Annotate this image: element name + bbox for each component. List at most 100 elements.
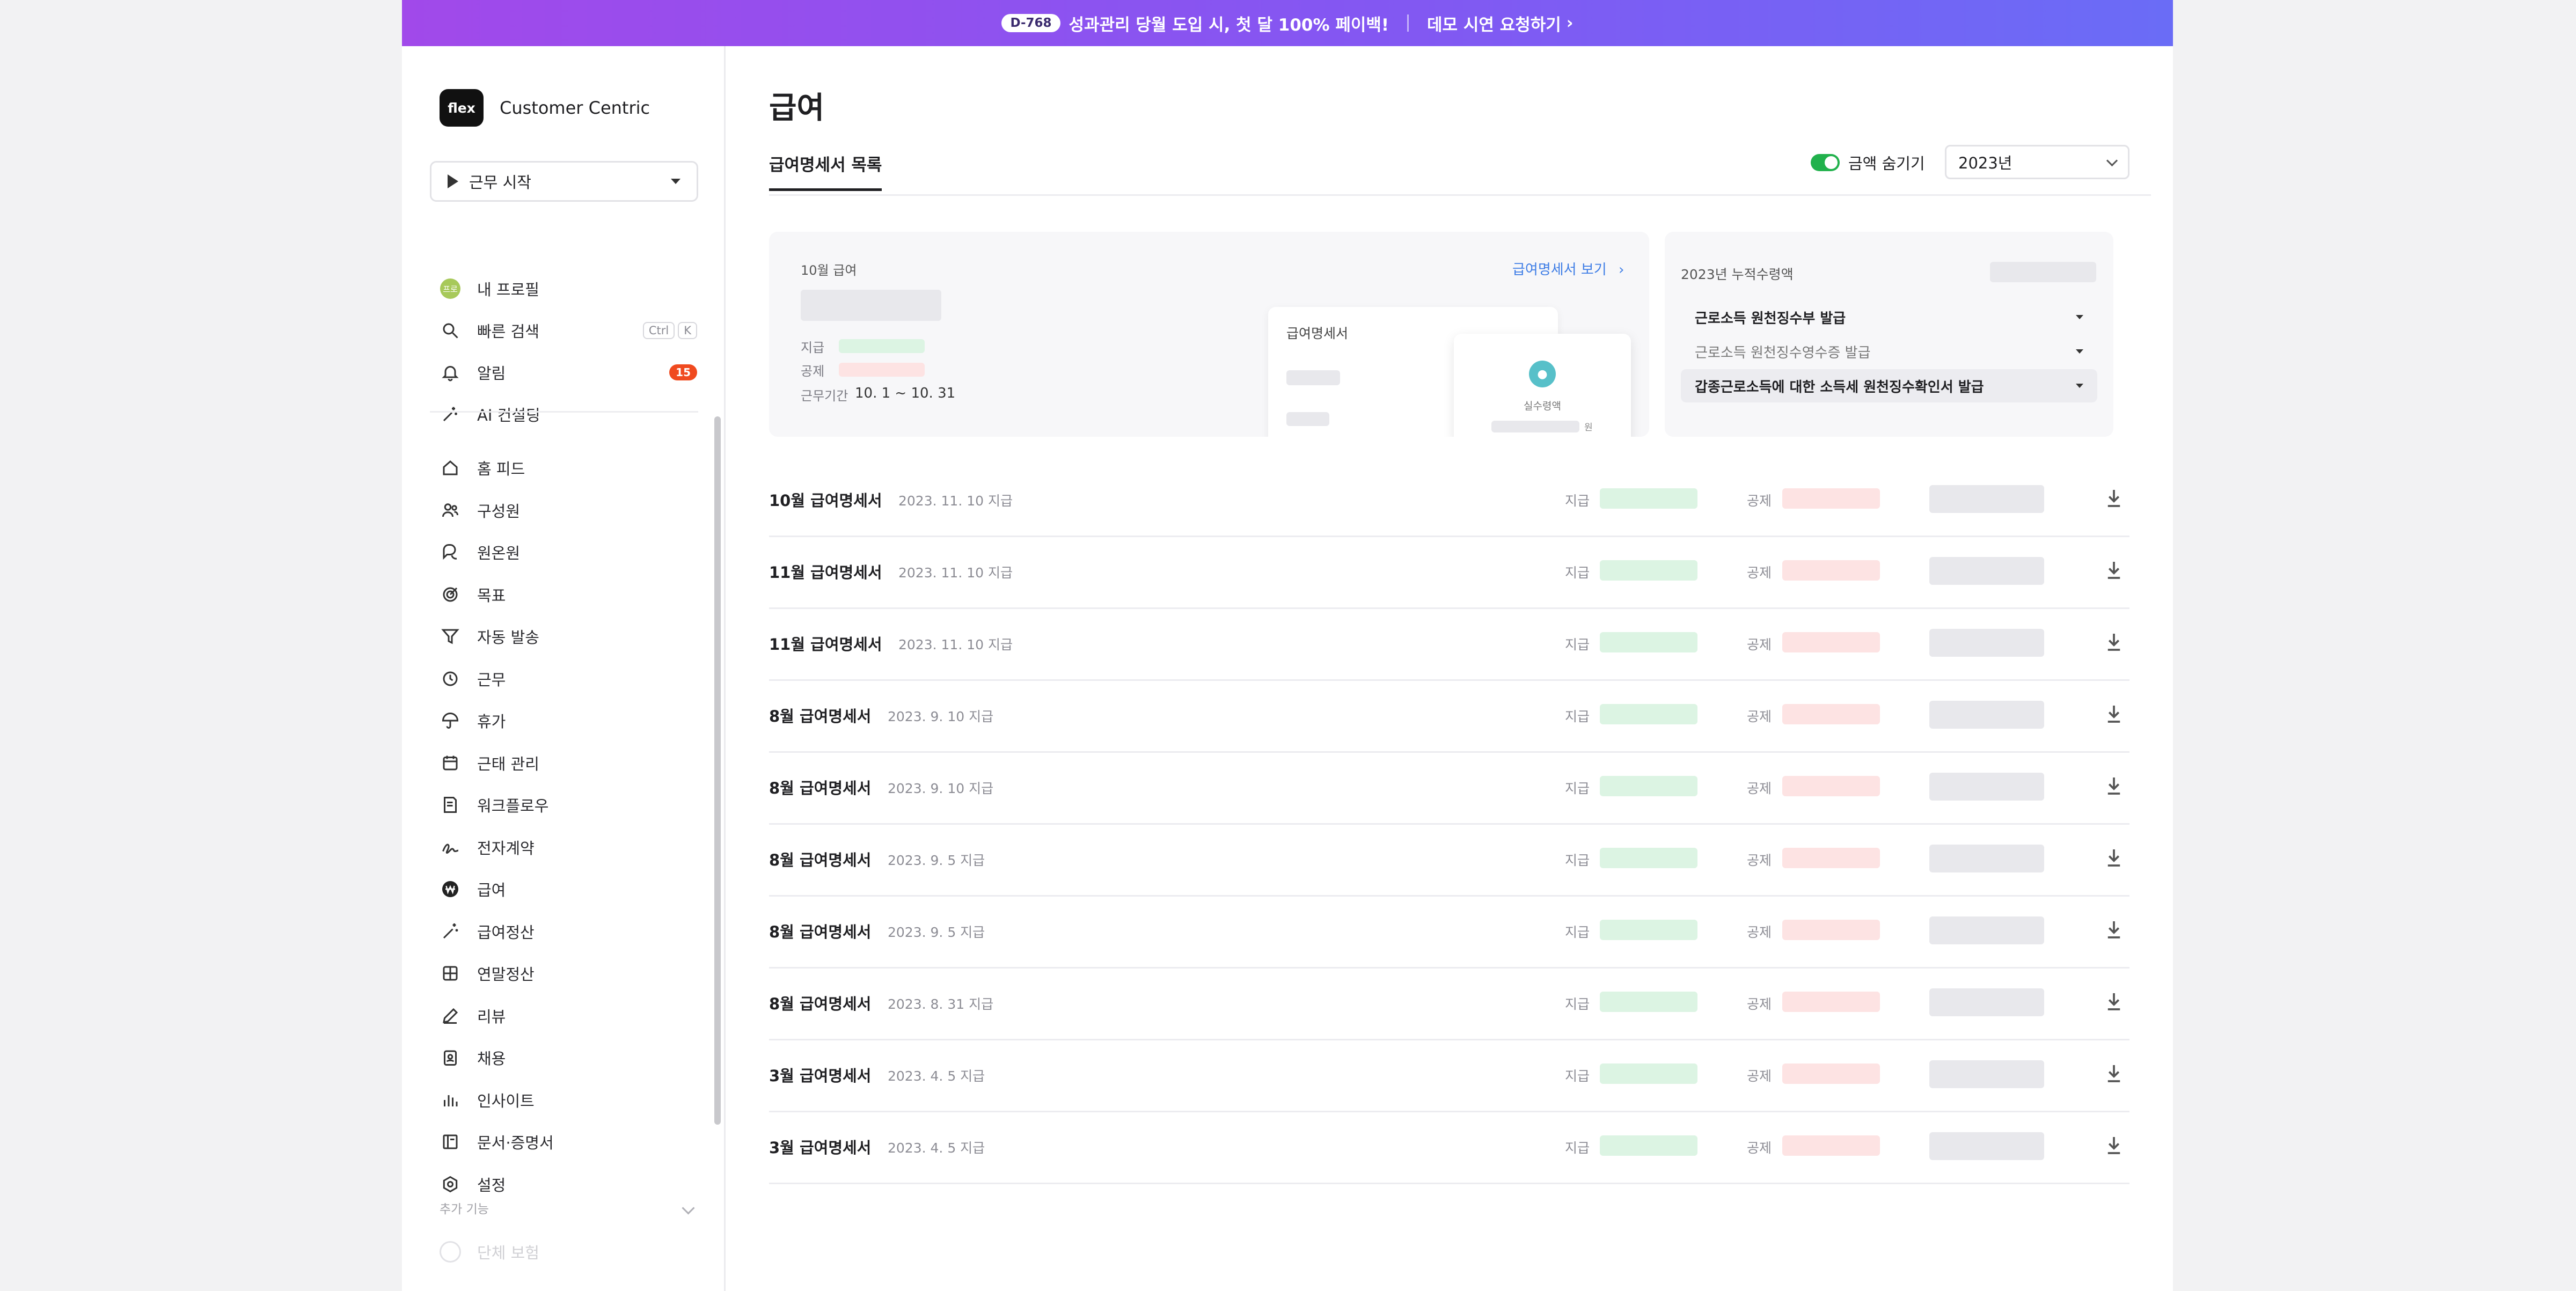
- payslip-row[interactable]: 8월 급여명세서 2023. 9. 5 지급 지급 공제: [769, 823, 2129, 897]
- payslip-row[interactable]: 3월 급여명세서 2023. 4. 5 지급 지급 공제: [769, 1039, 2129, 1112]
- tax-document-dropdown[interactable]: 근로소득 원천징수부 발급: [1681, 300, 2097, 334]
- sidebar-item-label: 휴가: [477, 713, 506, 731]
- avatar-text: 프로: [440, 278, 460, 299]
- sidebar-item-work[interactable]: 근무: [440, 662, 697, 696]
- pay-label: 지급: [1565, 493, 1590, 509]
- sidebar-item-label: 근무: [477, 670, 506, 689]
- promo-banner[interactable]: D-768 성과관리 당월 도입 시, 첫 달 100% 페이백! 데모 시연 …: [402, 0, 2173, 46]
- sidebar-item-documents[interactable]: 문서·증명서: [440, 1125, 697, 1159]
- payslip-name: 3월 급여명세서: [769, 1139, 872, 1157]
- sidebar-item-my-profile[interactable]: 프로 내 프로필: [440, 272, 697, 306]
- download-icon[interactable]: [2106, 919, 2122, 940]
- toggle-switch[interactable]: [1811, 154, 1840, 171]
- sidebar-item-payroll[interactable]: 급여: [440, 872, 697, 906]
- payslip-name: 11월 급여명세서: [769, 563, 882, 582]
- chat-icon: [440, 541, 461, 563]
- payslip-row[interactable]: 8월 급여명세서 2023. 8. 31 지급 지급 공제: [769, 967, 2129, 1040]
- page-title: 급여: [769, 91, 825, 126]
- sidebar-item-label: 리뷰: [477, 1007, 506, 1026]
- payslip-row[interactable]: 10월 급여명세서 2023. 11. 10 지급 지급 공제: [769, 464, 2129, 537]
- sidebar-item-attendance[interactable]: 근태 관리: [440, 746, 697, 780]
- sidebar-item-members[interactable]: 구성원: [440, 493, 697, 527]
- sidebar-item-workflow[interactable]: 워크플로우: [440, 788, 697, 822]
- pay-label: 지급: [1565, 996, 1590, 1012]
- download-icon[interactable]: [2106, 559, 2122, 581]
- sidebar-item-notifications[interactable]: 알림 15: [440, 355, 697, 390]
- download-icon[interactable]: [2106, 487, 2122, 509]
- sidebar-item-goals[interactable]: 목표: [440, 577, 697, 612]
- period-label: 근무기간: [801, 388, 848, 404]
- demo-request-link[interactable]: 데모 시연 요청하기: [1427, 11, 1561, 35]
- sidebar-item-auto-send[interactable]: 자동 발송: [440, 619, 697, 654]
- payslip-row[interactable]: 11월 급여명세서 2023. 11. 10 지급 지급 공제: [769, 607, 2129, 681]
- sidebar-item-payroll-settlement[interactable]: 급여정산: [440, 914, 697, 949]
- net-pay-placeholder: [1491, 421, 1579, 432]
- payslip-name: 11월 급여명세서: [769, 635, 882, 654]
- view-payslip-link[interactable]: 급여명세서 보기 ›: [1512, 259, 1624, 278]
- net-amount-placeholder: [1929, 988, 2044, 1016]
- payslip-row[interactable]: 8월 급여명세서 2023. 9. 10 지급 지급 공제: [769, 751, 2129, 825]
- brand[interactable]: flex Customer Centric: [440, 89, 650, 127]
- net-pay-label: 실수령액: [1524, 400, 1561, 412]
- sidebar-item-group-insurance[interactable]: 단체 보험: [440, 1241, 539, 1263]
- sidebar-item-label: 구성원: [477, 502, 521, 520]
- payslip-row[interactable]: 3월 급여명세서 2023. 4. 5 지급 지급 공제: [769, 1111, 2129, 1184]
- amount-placeholder: [801, 290, 941, 321]
- shortcut-hint: Ctrl K: [642, 322, 697, 339]
- payslip-row[interactable]: 11월 급여명세서 2023. 11. 10 지급 지급 공제: [769, 536, 2129, 609]
- calendar-icon: [440, 752, 461, 774]
- sidebar-scrollbar[interactable]: [714, 416, 721, 1125]
- payment-date: 2023. 11. 10 지급: [898, 493, 1013, 509]
- sidebar-item-home-feed[interactable]: 홈 피드: [440, 451, 697, 485]
- pay-label: 지급: [1565, 1068, 1590, 1084]
- sidebar-item-one-on-one[interactable]: 원온원: [440, 535, 697, 569]
- tax-document-label: 근로소득 원천징수영수증 발급: [1695, 344, 1871, 361]
- payment-date: 2023. 9. 5 지급: [888, 853, 985, 868]
- sidebar-item-ai-consulting[interactable]: AI 컨설팅: [440, 397, 697, 431]
- tab-divider: [769, 194, 2151, 196]
- extra-features-toggle[interactable]: 추가 기능: [440, 1199, 696, 1217]
- sidebar-item-e-contract[interactable]: 전자계약: [440, 830, 697, 864]
- caret-down-icon: [2076, 315, 2083, 319]
- tax-document-dropdown[interactable]: 갑종근로소득에 대한 소득세 원천징수확인서 발급: [1681, 369, 2097, 402]
- sidebar-item-label: 단체 보험: [477, 1244, 539, 1262]
- download-icon[interactable]: [2106, 1062, 2122, 1084]
- shortcut-key: Ctrl: [642, 322, 675, 339]
- sidebar-item-insights[interactable]: 인사이트: [440, 1083, 697, 1117]
- net-pay-preview-card: ● 실수령액 원: [1454, 334, 1631, 437]
- avatar: 프로: [440, 278, 461, 299]
- deduct-label: 공제: [801, 364, 825, 379]
- pay-amount-placeholder: [1600, 848, 1697, 868]
- sidebar-item-recruiting[interactable]: 채용: [440, 1040, 697, 1075]
- sidebar-item-review[interactable]: 리뷰: [440, 999, 697, 1033]
- heart-icon: [440, 1241, 461, 1263]
- person-icon: ●: [1529, 361, 1556, 387]
- payslip-name: 8월 급여명세서: [769, 923, 872, 941]
- tab-payslip-list[interactable]: 급여명세서 목록: [769, 151, 882, 191]
- work-start-label: 근무 시작: [469, 173, 531, 192]
- payslip-row[interactable]: 8월 급여명세서 2023. 9. 10 지급 지급 공제: [769, 679, 2129, 753]
- sidebar-item-leave[interactable]: 휴가: [440, 703, 697, 738]
- year-select[interactable]: 2023년: [1945, 145, 2129, 179]
- hide-amount-toggle[interactable]: 금액 숨기기: [1811, 151, 1925, 174]
- download-icon[interactable]: [2106, 631, 2122, 652]
- sidebar-item-year-end-tax[interactable]: 연말정산: [440, 956, 697, 991]
- tax-document-label: 갑종근로소득에 대한 소득세 원천징수확인서 발급: [1695, 379, 1984, 395]
- summary-title: 10월 급여: [801, 263, 857, 278]
- tax-document-dropdown[interactable]: 근로소득 원천징수영수증 발급: [1681, 335, 2097, 368]
- download-icon[interactable]: [2106, 775, 2122, 796]
- sidebar-item-quick-search[interactable]: 빠른 검색 Ctrl K: [440, 313, 697, 348]
- download-icon[interactable]: [2106, 991, 2122, 1012]
- work-start-button[interactable]: 근무 시작: [430, 161, 698, 202]
- download-icon[interactable]: [2106, 703, 2122, 724]
- sidebar-item-settings[interactable]: 설정: [440, 1167, 697, 1201]
- net-amount-placeholder: [1929, 773, 2044, 801]
- download-icon[interactable]: [2106, 1134, 2122, 1156]
- sidebar-item-label: AI 컨설팅: [477, 406, 540, 424]
- payslip-name: 8월 급여명세서: [769, 707, 872, 725]
- deduct-amount-placeholder: [1782, 1063, 1880, 1084]
- payslip-row[interactable]: 8월 급여명세서 2023. 9. 5 지급 지급 공제: [769, 895, 2129, 969]
- grid-icon: [440, 963, 461, 984]
- download-icon[interactable]: [2106, 847, 2122, 868]
- sidebar-item-label: 설정: [477, 1176, 506, 1194]
